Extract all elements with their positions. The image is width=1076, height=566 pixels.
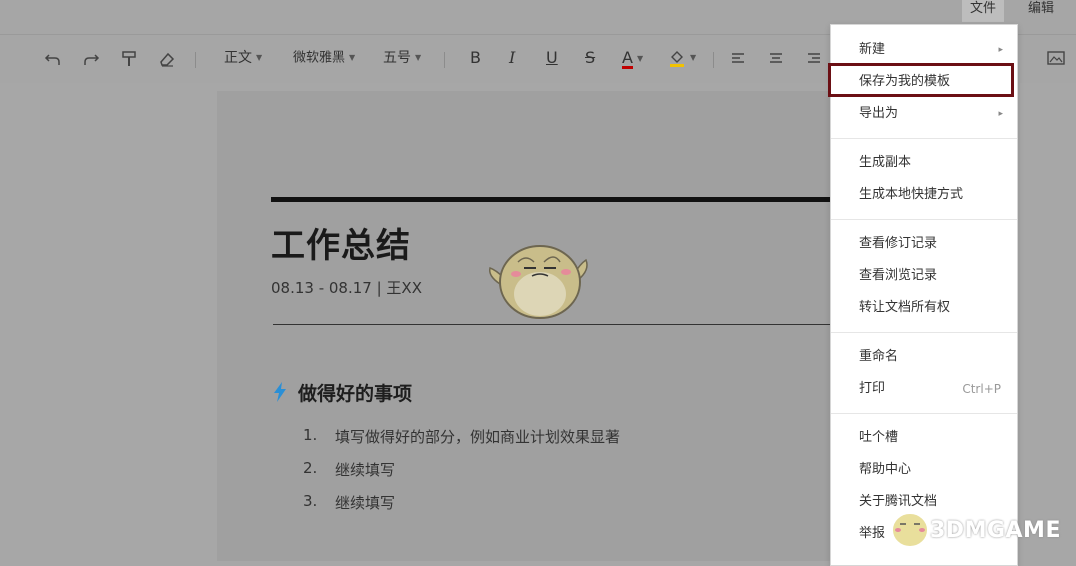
image-icon[interactable] [1046, 47, 1066, 69]
paragraph-style-label: 正文 [224, 50, 252, 66]
menu-item-local-shortcut[interactable]: 生成本地快捷方式 [831, 180, 1017, 210]
chevron-down-icon: ▼ [690, 53, 697, 62]
menu-item-rename[interactable]: 重命名 [831, 342, 1017, 372]
menu-divider [831, 138, 1017, 139]
watermark-mascot-icon [888, 500, 932, 554]
list-item-number: 3. [303, 492, 318, 510]
menu-edit[interactable]: 编辑 [1020, 0, 1062, 22]
chevron-right-icon: ▸ [998, 109, 1003, 119]
menu-file[interactable]: 文件 [962, 0, 1005, 22]
eraser-icon[interactable] [158, 47, 176, 69]
paragraph-style-select[interactable]: 正文 ▼ [224, 47, 262, 69]
document-title: 工作总结 [271, 226, 411, 266]
redo-icon[interactable] [82, 47, 100, 69]
title-rule-thick [271, 197, 831, 202]
lightning-icon [272, 381, 288, 407]
menu-item-revision-history[interactable]: 查看修订记录 [831, 229, 1017, 259]
chevron-right-icon: ▸ [998, 45, 1003, 55]
bold-button[interactable]: B [470, 47, 481, 69]
menu-item-feedback[interactable]: 吐个槽 [831, 423, 1017, 453]
font-size-select[interactable]: 五号 ▼ [383, 47, 421, 69]
fill-color-icon [670, 51, 684, 67]
chevron-down-icon: ▼ [415, 53, 422, 62]
undo-icon[interactable] [44, 47, 62, 69]
list-item: 继续填写 [335, 494, 396, 512]
font-size-label: 五号 [383, 50, 411, 66]
menu-item-new[interactable]: 新建 ▸ [831, 35, 1017, 65]
document-subtitle: 08.13 - 08.17 | 王XX [271, 279, 422, 297]
menu-item-make-copy[interactable]: 生成副本 [831, 148, 1017, 178]
menu-item-view-history[interactable]: 查看浏览记录 [831, 261, 1017, 291]
font-color-label: A [622, 48, 633, 69]
font-color-button[interactable]: A ▼ [622, 47, 643, 69]
list-item: 继续填写 [335, 461, 396, 479]
document-page[interactable]: 工作总结 08.13 - 08.17 | 王XX 做得好的事项 1. 填写做得好… [217, 91, 917, 561]
print-shortcut: Ctrl+P [962, 382, 1001, 396]
chevron-down-icon: ▼ [636, 53, 644, 63]
menu-divider [831, 413, 1017, 414]
italic-button[interactable]: I [509, 47, 515, 69]
section-title: 做得好的事项 [298, 383, 413, 405]
list-item: 填写做得好的部分，例如商业计划效果显著 [335, 428, 621, 446]
font-family-label: 微软雅黑 [293, 50, 346, 66]
align-right-icon[interactable] [806, 47, 822, 69]
menu-item-transfer-ownership[interactable]: 转让文档所有权 [831, 293, 1017, 323]
format-painter-icon[interactable] [120, 47, 138, 69]
align-center-icon[interactable] [768, 47, 784, 69]
menu-divider [831, 332, 1017, 333]
font-family-select[interactable]: 微软雅黑 ▼ [293, 47, 355, 69]
toolbar-divider [713, 52, 714, 68]
menu-divider [831, 219, 1017, 220]
highlight-annotation [828, 63, 1014, 97]
menu-item-print[interactable]: 打印 Ctrl+P [831, 374, 1017, 404]
strikethrough-button[interactable]: S [585, 47, 595, 69]
file-menu-dropdown: 新建 ▸ 保存为我的模板 导出为 ▸ 生成副本 生成本地快捷方式 查看修订记录 查看… [830, 24, 1018, 566]
toolbar-divider [195, 52, 196, 68]
chevron-down-icon: ▼ [256, 53, 263, 62]
mascot-sticker-icon [486, 234, 592, 326]
align-left-icon[interactable] [730, 47, 746, 69]
list-item-number: 2. [303, 459, 318, 477]
watermark-text: 3DMGAME [930, 518, 1061, 543]
menu-item-export[interactable]: 导出为 ▸ [831, 99, 1017, 129]
menu-item-help-center[interactable]: 帮助中心 [831, 455, 1017, 485]
toolbar-divider [444, 52, 445, 68]
fill-color-button[interactable]: ▼ [668, 47, 696, 69]
chevron-down-icon: ▼ [349, 53, 356, 62]
list-item-number: 1. [303, 426, 318, 444]
underline-button[interactable]: U [546, 47, 558, 69]
